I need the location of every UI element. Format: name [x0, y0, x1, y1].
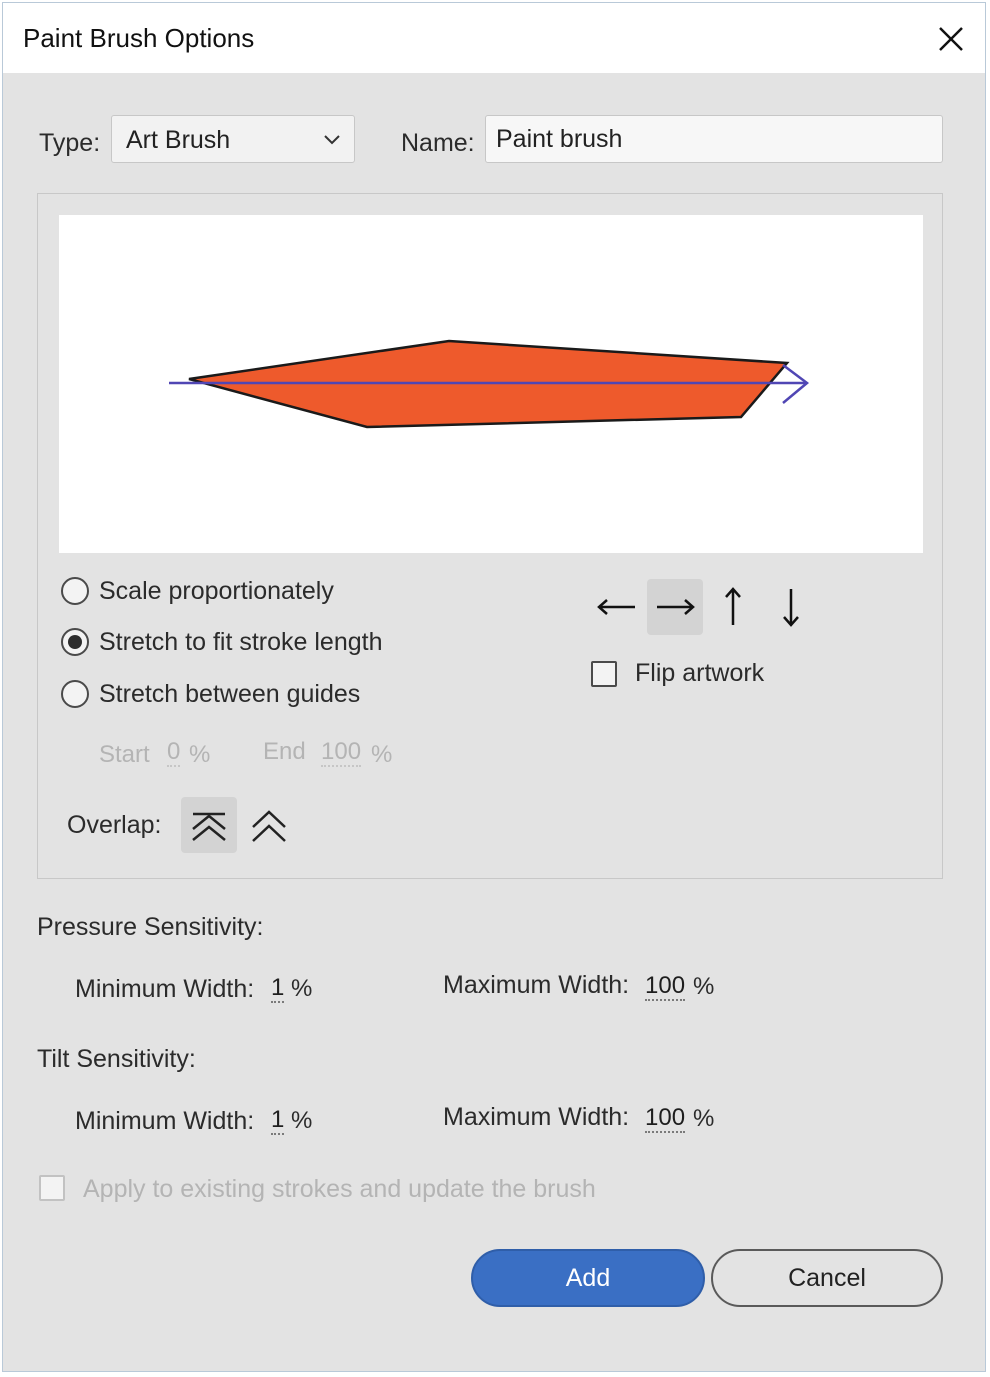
chevron-down-icon	[324, 135, 340, 145]
radio-scale-proportionately[interactable]	[61, 577, 89, 605]
name-label: Name:	[401, 129, 475, 157]
type-selected-value: Art Brush	[126, 126, 231, 154]
pressure-max-width-value[interactable]: 100	[645, 973, 686, 1001]
end-value: 100	[321, 738, 362, 767]
close-button[interactable]	[931, 19, 971, 59]
pressure-min-width-value[interactable]: 1	[271, 975, 285, 1003]
tilt-min-width-value[interactable]: 1	[271, 1107, 285, 1135]
title-bar: Paint Brush Options	[3, 3, 985, 73]
brush-preview-artwork	[169, 339, 810, 429]
pressure-max-width-label: Maximum Width:	[443, 971, 630, 999]
type-label: Type:	[39, 129, 101, 157]
direction-down-button[interactable]	[763, 579, 819, 635]
brush-preview	[59, 215, 923, 553]
scale-proportionately-label: Scale proportionately	[99, 577, 334, 605]
start-unit: %	[189, 741, 211, 768]
flip-artwork-label: Flip artwork	[635, 659, 765, 687]
tilt-min-width-label: Minimum Width:	[75, 1107, 255, 1135]
stretch-between-guides-label: Stretch between guides	[99, 680, 361, 708]
direction-left-button[interactable]	[589, 579, 645, 635]
add-button[interactable]: Add	[471, 1249, 705, 1307]
stretch-to-fit-label: Stretch to fit stroke length	[99, 628, 383, 656]
arrow-left-icon	[597, 599, 635, 615]
arrow-down-icon	[783, 589, 799, 627]
pressure-sensitivity-heading: Pressure Sensitivity:	[37, 913, 264, 941]
overlap-none-icon	[252, 810, 286, 842]
apply-existing-strokes-label: Apply to existing strokes and update the…	[83, 1175, 596, 1203]
start-value: 0	[167, 738, 181, 767]
tilt-max-width-value[interactable]: 100	[645, 1105, 686, 1133]
radio-stretch-between-guides[interactable]	[61, 680, 89, 708]
apply-existing-strokes-checkbox[interactable]	[39, 1175, 65, 1201]
direction-right-button[interactable]	[647, 579, 703, 635]
arrow-right-icon	[657, 599, 695, 615]
tilt-min-width-unit: %	[291, 1107, 313, 1134]
tilt-max-width-unit: %	[693, 1105, 715, 1132]
paint-brush-options-dialog: Paint Brush Options Type: Art Brush Name…	[2, 2, 986, 1372]
tilt-max-width-label: Maximum Width:	[443, 1103, 630, 1131]
type-dropdown[interactable]: Art Brush	[111, 115, 355, 163]
overlap-none-button[interactable]	[241, 797, 297, 853]
close-icon	[939, 27, 963, 51]
radio-stretch-to-fit[interactable]	[61, 628, 89, 656]
overlap-label: Overlap:	[67, 811, 162, 839]
start-label: Start	[99, 741, 150, 768]
overlap-adjust-icon	[192, 812, 226, 841]
pressure-max-width-unit: %	[693, 973, 715, 1000]
direction-up-button[interactable]	[705, 579, 761, 635]
end-label: End	[263, 738, 306, 765]
arrow-up-icon	[725, 587, 741, 625]
cancel-button[interactable]: Cancel	[711, 1249, 943, 1307]
dialog-title: Paint Brush Options	[23, 23, 255, 53]
flip-artwork-checkbox[interactable]	[591, 661, 617, 687]
tilt-sensitivity-heading: Tilt Sensitivity:	[37, 1045, 196, 1073]
end-unit: %	[371, 741, 393, 768]
name-input[interactable]	[485, 115, 943, 163]
pressure-min-width-label: Minimum Width:	[75, 975, 255, 1003]
overlap-adjust-button[interactable]	[181, 797, 237, 853]
pressure-min-width-unit: %	[291, 975, 313, 1002]
